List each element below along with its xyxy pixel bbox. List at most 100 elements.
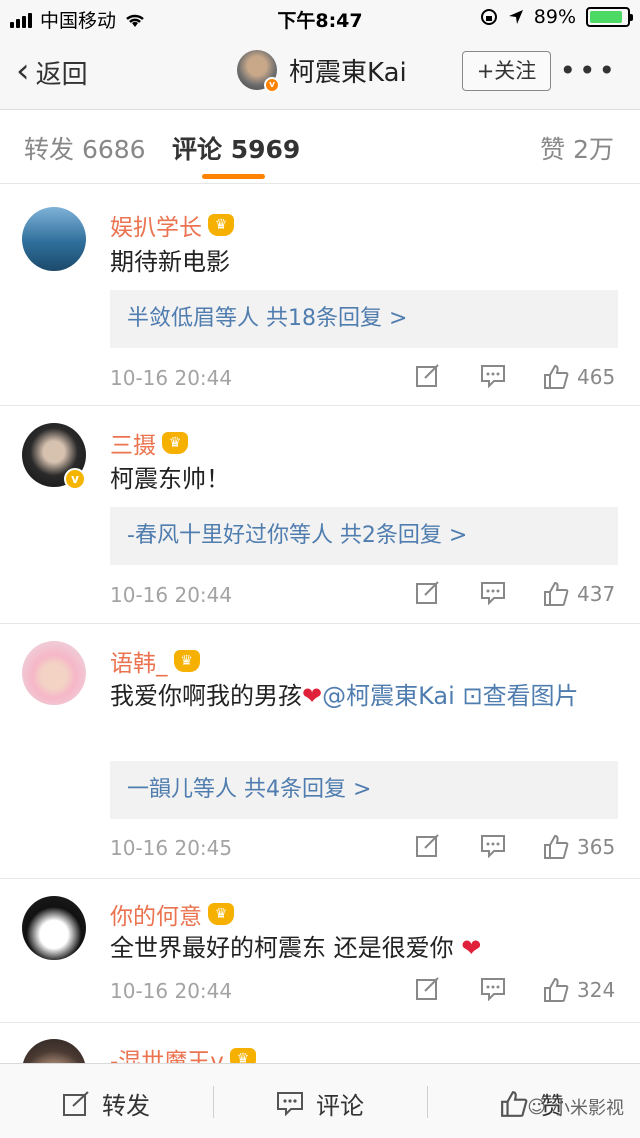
crown-icon: ♛ — [229, 1048, 256, 1063]
tab-comments[interactable]: 评论 5969 — [172, 130, 300, 166]
nav-user-name: 柯震東Kai — [289, 57, 407, 88]
nav-user[interactable]: v 柯震東Kai — [237, 50, 407, 93]
username-label: 语韩_ — [110, 651, 168, 677]
username-label: 三摄 — [110, 433, 156, 459]
comment-text: 柯震东帅！ — [110, 465, 230, 493]
avatar[interactable] — [22, 641, 86, 705]
comment-icon — [277, 1091, 303, 1116]
list-item: -混世魔王v ♛ — [0, 1023, 640, 1063]
heart-icon: ❤ — [461, 934, 482, 962]
battery-percent: 89% — [533, 6, 576, 28]
comment-username[interactable]: 你的何意 ♛ — [110, 897, 234, 931]
username-label: 娱扒学长 — [110, 215, 202, 241]
nav-bar: ‹ 返回 v 柯震東Kai +关注 ••• — [0, 36, 640, 110]
comment-text: 全世界最好的柯震东 还是很爱你 ❤ — [110, 929, 610, 967]
comment-time: 10-16 20:44 — [110, 366, 233, 390]
list-item: 你的何意 ♛ 全世界最好的柯震东 还是很爱你 ❤ 10-16 20:44 324 — [0, 879, 640, 1023]
location-icon — [508, 10, 523, 24]
username-label: 你的何意 — [110, 904, 202, 930]
comment-text: 我爱你啊我的男孩❤@柯震東Kai ⊡查看图片 — [110, 677, 610, 715]
more-icon[interactable]: ••• — [559, 54, 618, 87]
comment-time: 10-16 20:44 — [110, 583, 233, 607]
thumbs-up-icon — [544, 364, 569, 389]
comment-icon[interactable] — [480, 581, 506, 605]
divider — [213, 1086, 214, 1118]
battery-icon — [586, 7, 633, 27]
list-item: v 三摄 ♛ 柯震东帅！ -春风十里好过你等人 共2条回复 > 10-16 20… — [0, 406, 640, 624]
comment-time: 10-16 20:44 — [110, 979, 233, 1003]
comment-icon[interactable] — [480, 834, 506, 858]
list-item: 语韩_ ♛ 我爱你啊我的男孩❤@柯震東Kai ⊡查看图片 一韻儿等人 共4条回复… — [0, 624, 640, 879]
comment-icon[interactable] — [480, 364, 506, 388]
comment-username[interactable]: 三摄 ♛ — [110, 426, 188, 460]
back-label: 返回 — [35, 60, 88, 90]
thumbs-up-icon — [501, 1090, 528, 1117]
crown-icon: ♛ — [173, 650, 200, 672]
verified-icon: v — [64, 468, 86, 490]
tab-likes[interactable]: 赞 2万 — [540, 130, 614, 166]
comment-meta: 10-16 20:44 437 — [110, 581, 618, 613]
comment-username[interactable]: 娱扒学长 ♛ — [110, 208, 234, 242]
mention-link[interactable]: @柯震東Kai — [322, 682, 455, 710]
status-right: 89% — [480, 6, 633, 28]
comment-username[interactable]: 语韩_ ♛ — [110, 644, 200, 678]
comment-time: 10-16 20:45 — [110, 836, 233, 860]
status-bar: 中国移动 下午8:47 89% — [0, 0, 640, 36]
comment-text-body: 全世界最好的柯震东 还是很爱你 — [110, 934, 454, 962]
like-button[interactable]: 324 — [543, 977, 615, 1003]
comment-meta: 10-16 20:44 324 — [110, 977, 618, 1009]
comment-text: 期待新电影 — [110, 248, 230, 276]
repost-icon — [63, 1090, 89, 1116]
bottom-bar: 转发 评论 赞 ☺ 小米影视 — [0, 1063, 640, 1138]
avatar[interactable] — [22, 1039, 86, 1063]
crown-icon: ♛ — [208, 903, 234, 925]
comment-meta: 10-16 20:45 365 — [110, 834, 618, 866]
view-image-link[interactable]: ⊡查看图片 — [462, 682, 578, 710]
like-count: 465 — [577, 365, 616, 389]
divider — [427, 1086, 428, 1118]
heart-icon: ❤ — [302, 682, 323, 710]
comment-username[interactable]: -混世魔王v ♛ — [110, 1042, 256, 1063]
rotation-lock-icon — [480, 9, 497, 25]
avatar[interactable] — [22, 896, 86, 960]
tab-indicator — [202, 174, 265, 179]
repost-label: 转发 — [102, 1092, 150, 1120]
share-icon[interactable] — [415, 834, 441, 858]
like-count: 365 — [577, 835, 616, 859]
thumbs-up-icon — [544, 581, 569, 606]
list-item: 娱扒学长 ♛ 期待新电影 半敛低眉等人 共18条回复 > 10-16 20:44… — [0, 186, 640, 406]
thumbs-up-icon — [544, 977, 569, 1002]
comment-text-body: 我爱你啊我的男孩 — [110, 682, 302, 710]
wechat-icon: ☺ — [527, 1096, 546, 1118]
share-icon[interactable] — [415, 581, 441, 605]
comment-icon[interactable] — [480, 977, 506, 1001]
reply-summary[interactable]: 一韻儿等人 共4条回复 > — [110, 761, 618, 819]
watermark: ☺ 小米影视 — [527, 1094, 624, 1120]
avatar: v — [237, 50, 280, 93]
reply-summary[interactable]: -春风十里好过你等人 共2条回复 > — [110, 507, 618, 565]
reply-summary[interactable]: 半敛低眉等人 共18条回复 > — [110, 290, 618, 348]
verified-icon: v — [264, 77, 280, 93]
like-count: 437 — [577, 582, 616, 606]
like-button[interactable]: 437 — [543, 581, 615, 607]
crown-icon: ♛ — [208, 214, 234, 236]
comment-label: 评论 — [316, 1092, 364, 1120]
like-button[interactable]: 465 — [543, 364, 615, 390]
watermark-label: 小米影视 — [552, 1098, 624, 1119]
like-count: 324 — [577, 978, 616, 1002]
avatar[interactable] — [22, 207, 86, 271]
thumbs-up-icon — [544, 834, 569, 859]
tabs: 转发 6686 评论 5969 赞 2万 — [0, 110, 640, 184]
share-icon[interactable] — [415, 364, 441, 388]
comment-button[interactable]: 评论 — [276, 1086, 364, 1121]
repost-button[interactable]: 转发 — [62, 1086, 150, 1121]
like-button[interactable]: 365 — [543, 834, 615, 860]
follow-button[interactable]: +关注 — [462, 51, 551, 91]
comment-meta: 10-16 20:44 465 — [110, 364, 618, 396]
tab-repost[interactable]: 转发 6686 — [24, 130, 146, 166]
crown-icon: ♛ — [162, 432, 188, 454]
share-icon[interactable] — [415, 977, 441, 1001]
chevron-left-icon: ‹ — [16, 50, 30, 91]
back-button[interactable]: ‹ 返回 — [16, 54, 88, 91]
username-label: -混世魔王v — [110, 1049, 224, 1063]
